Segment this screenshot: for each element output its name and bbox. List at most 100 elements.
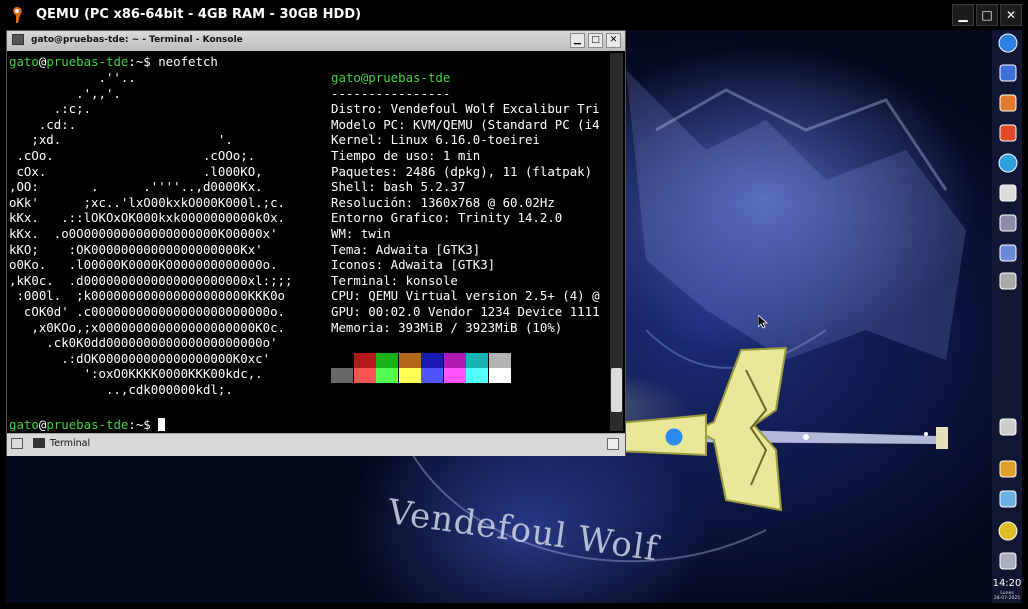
- color-swatch: [443, 368, 466, 383]
- system-info-line: Paquetes: 2486 (dpkg), 11 (flatpak): [331, 163, 593, 179]
- small-display-icon[interactable]: [997, 270, 1019, 292]
- color-swatch: [376, 353, 398, 368]
- prompt-path: :~$: [128, 417, 159, 431]
- color-swatch: [398, 353, 421, 368]
- scrollbar-thumb[interactable]: [611, 368, 622, 412]
- ascii-logo-line: .''..: [9, 70, 136, 85]
- wrench-icon[interactable]: [997, 92, 1019, 114]
- info-header: gato@pruebas-tde: [331, 70, 451, 85]
- prompt-user: gato: [9, 54, 39, 69]
- qemu-maximize-button[interactable]: □: [976, 4, 998, 26]
- qemu-minimize-button[interactable]: ▁: [952, 4, 974, 26]
- qemu-logo-icon: [13, 7, 22, 23]
- konsole-window-title: gato@pruebas-tde: ~ - Terminal - Konsole: [31, 35, 243, 45]
- new-tab-icon[interactable]: [11, 438, 23, 449]
- konsole-titlebar[interactable]: gato@pruebas-tde: ~ - Terminal - Konsole…: [7, 31, 625, 51]
- konsole-tabbar: Terminal: [7, 433, 625, 456]
- safari-icon[interactable]: [997, 152, 1019, 174]
- color-swatch: [353, 368, 376, 383]
- system-info-line: Shell: bash 5.2.37: [331, 179, 466, 195]
- prompt-line-current[interactable]: gato@pruebas-tde:~$: [9, 417, 166, 431]
- display-settings-icon[interactable]: [997, 242, 1019, 264]
- system-info-line: WM: twin: [331, 226, 391, 241]
- color-swatch: [443, 353, 466, 368]
- color-swatch: [466, 353, 488, 368]
- ascii-logo-line: kKx. .::lOKOxOK000kxk0000000000k0x.: [9, 210, 286, 226]
- prompt-host: pruebas-tde: [46, 54, 129, 69]
- system-info-line: Modelo PC: KVM/QEMU (Standard PC (i4: [331, 116, 600, 132]
- desktop[interactable]: Vendefoul Wolf gato@pruebas-tde: ~ - Ter…: [6, 30, 1022, 603]
- terminal-scrollbar[interactable]: [610, 53, 623, 431]
- color-swatch: [466, 368, 488, 383]
- ascii-logo-line: ,kK0c. .d0000000000000000000000xl:;;;: [9, 272, 293, 288]
- network-icon[interactable]: [997, 416, 1019, 438]
- calculator-icon[interactable]: [997, 212, 1019, 234]
- ascii-logo-line: o0Ko. .l00000K0000K0000000000000o.: [9, 257, 278, 273]
- close-tab-icon[interactable]: [607, 438, 619, 450]
- info-separator: ----------------: [331, 85, 451, 101]
- tab-terminal[interactable]: Terminal: [50, 438, 90, 449]
- trash-icon[interactable]: [997, 488, 1019, 510]
- color-swatch: [331, 368, 353, 383]
- home-icon[interactable]: [997, 122, 1019, 144]
- ascii-logo-line: .',,'.: [9, 85, 121, 101]
- color-swatch: [376, 368, 398, 383]
- system-info-line: Memoria: 393MiB / 3923MiB (10%): [331, 319, 563, 335]
- color-swatch: [331, 353, 353, 368]
- side-panel: 14:20 Lunes 28-07-2025: [992, 30, 1022, 603]
- color-swatch: [488, 353, 511, 368]
- system-info-line: Kernel: Linux 6.16.0-toeirei: [331, 132, 540, 148]
- ascii-logo-line: oKk' ;xc..'lxO00kxkO000K000l.;c.: [9, 194, 286, 210]
- ascii-logo-line: cOx. .l000KO,: [9, 163, 263, 179]
- prompt-user: gato: [9, 417, 39, 431]
- ascii-logo-line: ;xd. '.: [9, 132, 233, 148]
- mouse-pointer-icon: [758, 315, 768, 329]
- panel-clock[interactable]: 14:20: [992, 578, 1022, 589]
- weather-icon[interactable]: [997, 458, 1019, 480]
- ascii-logo-line: .:c;.: [9, 101, 92, 117]
- system-info-line: Tema: Adwaita [GTK3]: [331, 241, 481, 257]
- konsole-minimize-button[interactable]: ▁: [570, 33, 585, 48]
- ascii-logo-line: kKx. .o0O000000000000000000K00000x': [9, 226, 278, 241]
- terminal-tab-icon: [33, 438, 45, 448]
- color-swatch: [488, 368, 511, 383]
- ascii-logo-line: ':oxO0KKKK0000KKK00kdc,.: [9, 366, 263, 382]
- qemu-close-button[interactable]: ✕: [1000, 4, 1022, 26]
- konsole-window: gato@pruebas-tde: ~ - Terminal - Konsole…: [6, 30, 626, 456]
- text-cursor: [158, 418, 166, 431]
- ascii-logo-line: .ck0K0dd000000000000000000000o': [9, 335, 278, 351]
- system-info-line: Distro: Vendefoul Wolf Excalibur Tri: [331, 101, 600, 117]
- ascii-logo-line: ..,cdk000000kdl;.: [9, 382, 233, 397]
- color-swatch: [421, 368, 443, 383]
- prompt-command: neofetch: [158, 54, 218, 69]
- qemu-titlebar: QEMU (PC x86-64bit - 4GB RAM - 30GB HDD)…: [0, 0, 1028, 30]
- prompt-path: :~$: [128, 54, 159, 69]
- prompt-line: gato@pruebas-tde:~$ neofetch: [9, 54, 218, 70]
- system-info-line: Iconos: Adwaita [GTK3]: [331, 257, 496, 273]
- ascii-logo-line: kKO; :OK00000000000000000000Kx': [9, 241, 263, 257]
- system-info-line: Terminal: konsole: [331, 272, 458, 288]
- system-info-line: Tiempo de uso: 1 min: [331, 148, 481, 163]
- ascii-logo-line: .cOo. .cOOo;.: [9, 148, 256, 163]
- monitor-icon[interactable]: [997, 182, 1019, 204]
- konsole-maximize-button[interactable]: □: [588, 33, 603, 48]
- chat-icon[interactable]: [997, 520, 1019, 542]
- konsole-app-icon: [12, 34, 24, 45]
- terminal-output[interactable]: gato@pruebas-tde:~$ neofetch .''.. .',,'…: [9, 53, 609, 431]
- color-swatch: [353, 353, 376, 368]
- prompt-host: pruebas-tde: [46, 417, 129, 431]
- ascii-logo-line: :000l. ;k000000000000000000000KKK0o: [9, 288, 286, 304]
- ascii-logo-line: .:dOK000000000000000000K0xc': [9, 350, 271, 366]
- paint-icon[interactable]: [997, 62, 1019, 84]
- ascii-logo-line: ,OO: . .''''..,d0000Kx.: [9, 179, 263, 195]
- ascii-logo-line: cOK0d' .c000000000000000000000000o.: [9, 304, 286, 319]
- system-info-line: Entorno Grafico: Trinity 14.2.0: [331, 210, 563, 226]
- color-swatch: [398, 368, 421, 383]
- konsole-close-button[interactable]: ✕: [606, 33, 621, 48]
- globe-icon[interactable]: [997, 32, 1019, 54]
- system-info-line: GPU: 00:02.0 Vendor 1234 Device 1111: [331, 304, 600, 319]
- panel-date: 28-07-2025: [993, 596, 1021, 601]
- ascii-logo-line: .cd:.: [9, 116, 77, 132]
- volume-icon[interactable]: [997, 550, 1019, 572]
- ascii-logo-line: ,x0KOo,;x000000000000000000000K0c.: [9, 319, 286, 335]
